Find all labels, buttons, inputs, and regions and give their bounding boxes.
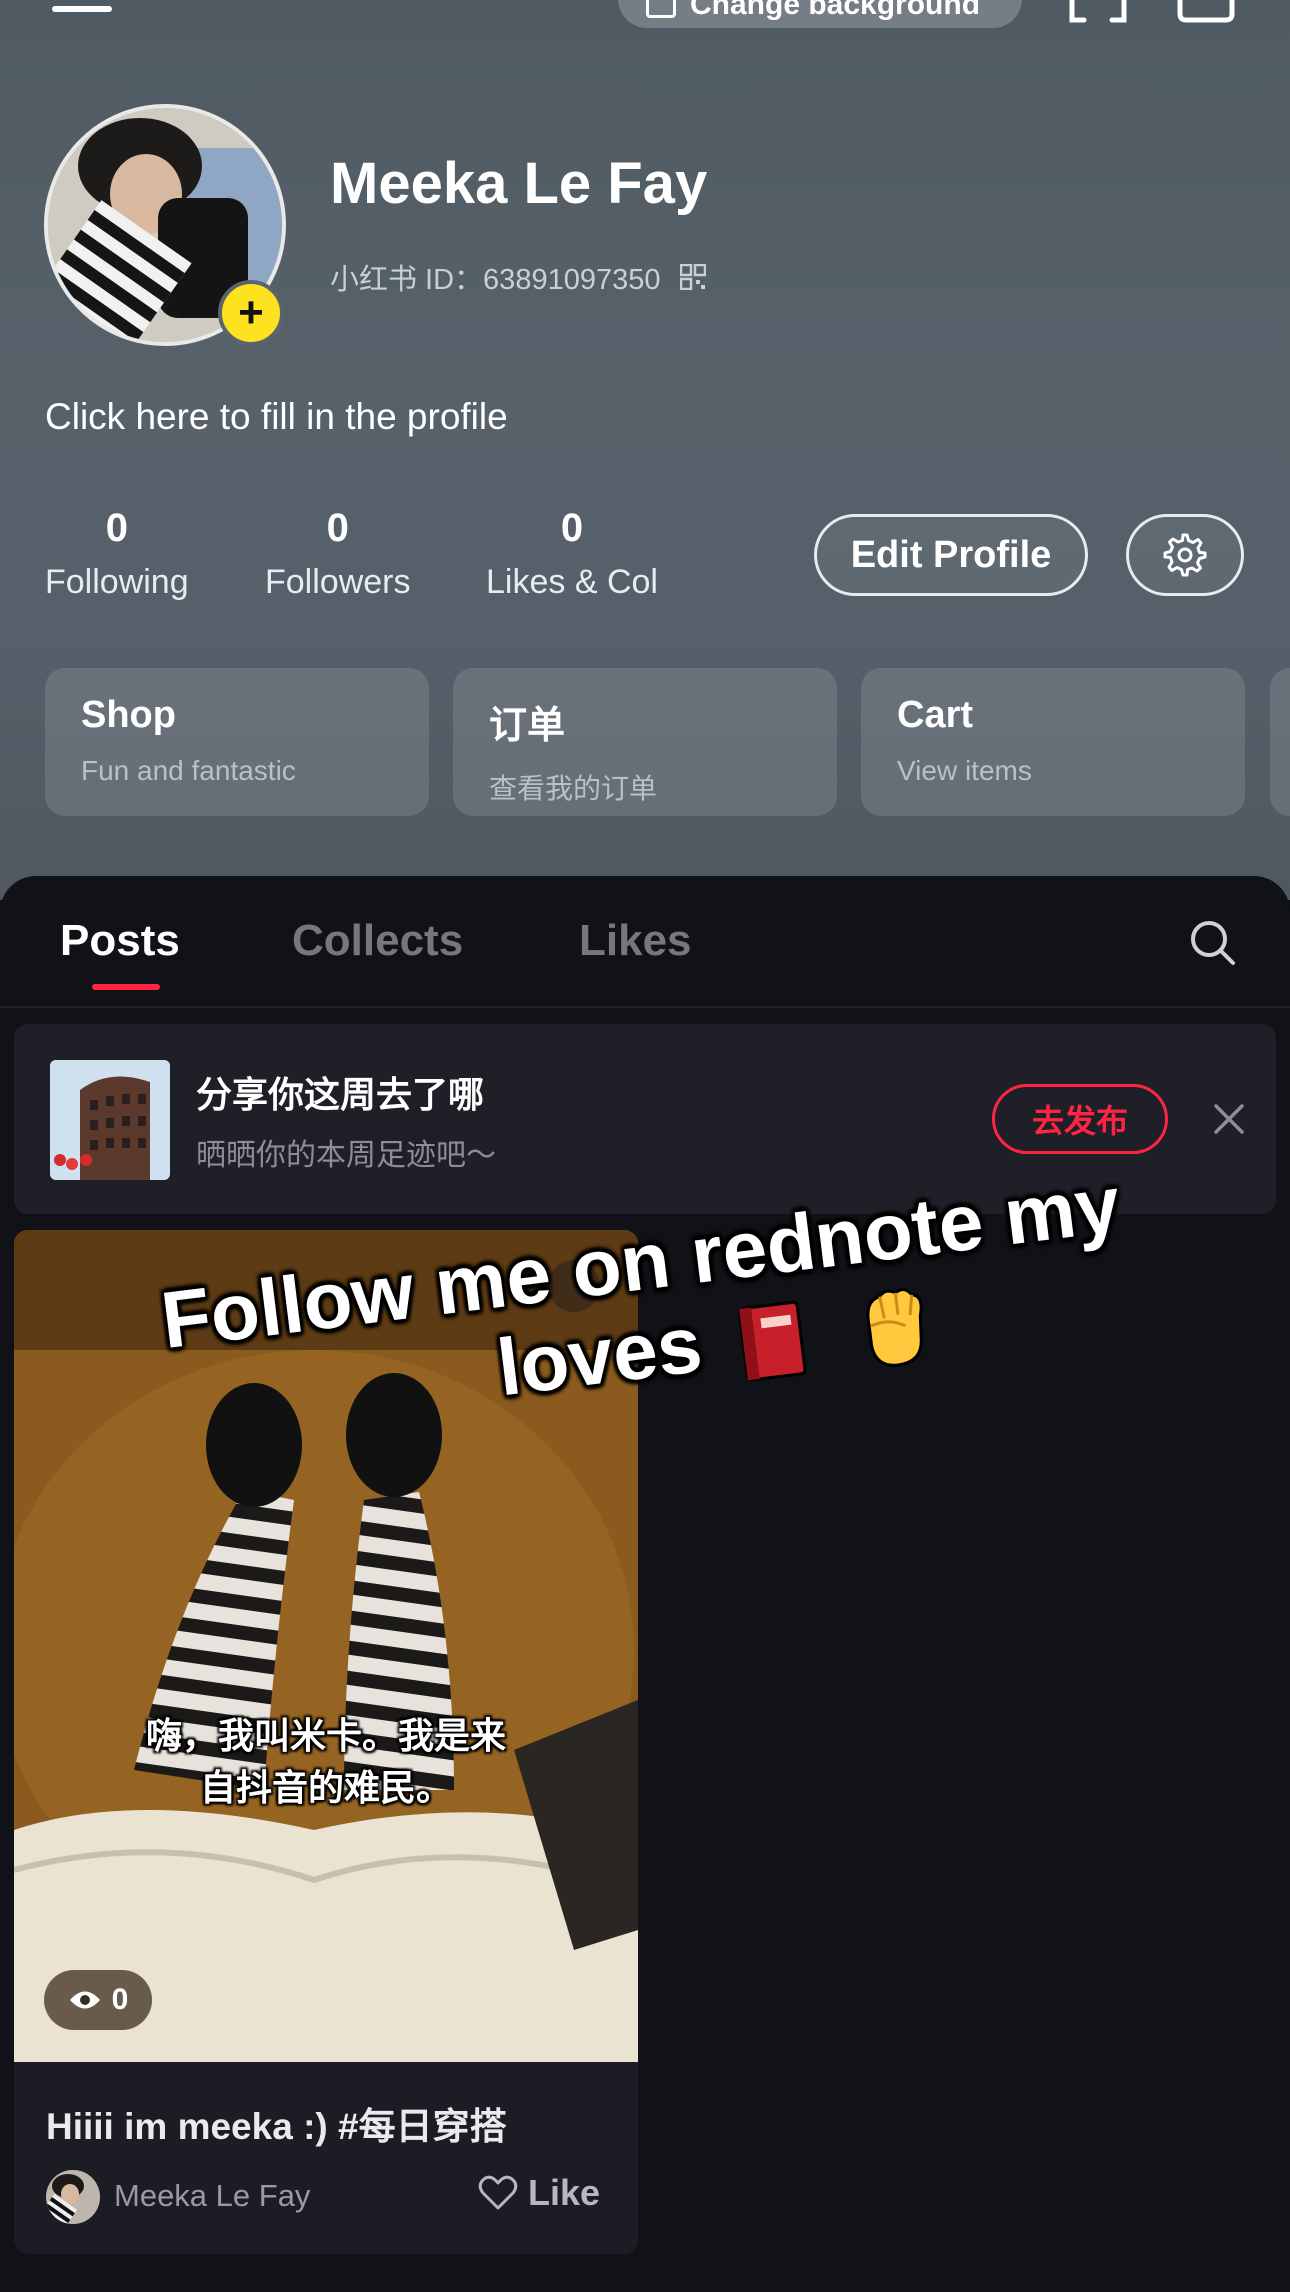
shortcut-cart-title: Cart <box>897 694 974 736</box>
likes-collects-count: 0 <box>560 506 584 550</box>
following-label: Following <box>45 563 189 601</box>
tab-collects[interactable]: Collects <box>292 916 463 966</box>
active-tab-indicator <box>92 984 160 990</box>
tab-posts[interactable]: Posts <box>60 916 180 966</box>
profile-name: Meeka Le Fay <box>330 151 708 216</box>
settings-button[interactable] <box>1126 514 1244 596</box>
profile-tabs: Posts Collects Likes <box>0 876 1290 1008</box>
top-bar: Change background <box>0 0 1290 40</box>
change-background-label: Change background <box>690 0 981 21</box>
shortcut-cart[interactable]: Cart View items <box>861 668 1245 816</box>
eye-icon <box>69 1991 100 2009</box>
shortcut-shop-subtitle: Fun and fantastic <box>81 755 296 786</box>
publish-button[interactable]: 去发布 <box>992 1084 1168 1154</box>
caption-line-1: 嗨，我叫米卡。我是来 <box>145 1715 506 1756</box>
share-icon[interactable] <box>1176 0 1236 24</box>
following-count: 0 <box>105 506 128 550</box>
shortcut-shop[interactable]: Shop Fun and fantastic <box>45 668 429 816</box>
raised-fist-icon <box>865 1288 923 1367</box>
menu-icon[interactable] <box>52 0 112 18</box>
search-icon[interactable] <box>1188 918 1238 968</box>
prompt-thumbnail <box>50 1060 170 1180</box>
shortcut-next-peek[interactable] <box>1270 668 1290 816</box>
stat-likes-collects[interactable]: 0 Likes & Col <box>486 506 658 602</box>
like-button[interactable]: Like <box>478 2172 600 2214</box>
caption-line-2: 自抖音的难民。 <box>199 1767 452 1809</box>
heart-icon <box>478 2175 518 2210</box>
followers-count: 0 <box>326 506 349 550</box>
scan-icon[interactable] <box>1068 0 1128 24</box>
user-id-text: 小红书 ID：63891097350 <box>330 264 661 296</box>
change-background-button[interactable]: Change background <box>618 0 1022 28</box>
post-image-caption: 嗨，我叫米卡。我是来 自抖音的难民。 <box>14 1710 638 1814</box>
like-label: Like <box>528 2172 601 2213</box>
image-icon <box>646 0 676 18</box>
post-author-name[interactable]: Meeka Le Fay <box>114 2178 310 2214</box>
likes-collects-label: Likes & Col <box>486 563 658 601</box>
post-title[interactable]: Hiiii im meeka :) #每日穿搭 <box>46 2096 507 2150</box>
add-avatar-button[interactable]: + <box>218 280 284 346</box>
prompt-subtitle: 晒晒你的本周足迹吧～ <box>196 1139 496 1172</box>
stat-following[interactable]: 0 Following <box>45 506 189 602</box>
view-count-badge: 0 <box>44 1970 152 2030</box>
shortcut-shop-title: Shop <box>81 694 176 736</box>
profile-bio-prompt[interactable]: Click here to fill in the profile <box>45 396 508 438</box>
view-count: 0 <box>111 1983 129 2016</box>
close-icon[interactable] <box>1210 1100 1248 1138</box>
tab-likes[interactable]: Likes <box>579 916 692 966</box>
user-id[interactable]: 小红书 ID：63891097350 <box>330 256 707 298</box>
shortcut-orders-subtitle: 查看我的订单 <box>489 773 658 804</box>
stat-followers[interactable]: 0 Followers <box>265 506 410 602</box>
gear-icon <box>1163 533 1207 577</box>
red-book-icon <box>738 1300 807 1382</box>
shortcut-orders[interactable]: 订单 查看我的订单 <box>453 668 837 816</box>
post-author-avatar[interactable] <box>46 2170 100 2224</box>
qr-code-icon[interactable] <box>680 264 707 290</box>
followers-label: Followers <box>265 563 411 601</box>
shortcut-cart-subtitle: View items <box>897 755 1032 786</box>
edit-profile-button[interactable]: Edit Profile <box>814 514 1088 596</box>
shortcut-orders-title: 订单 <box>489 705 566 747</box>
prompt-title: 分享你这周去了哪 <box>196 1074 485 1115</box>
